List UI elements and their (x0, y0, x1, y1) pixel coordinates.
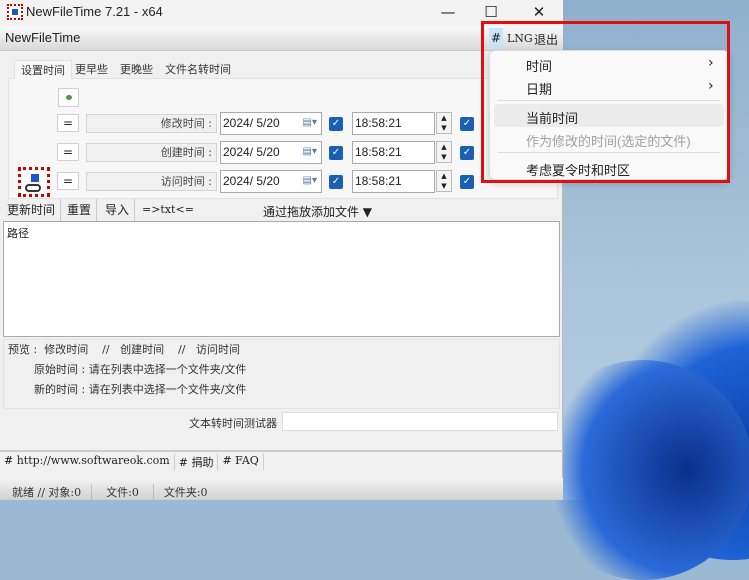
modified-date-picker[interactable]: 2024/ 5/20 ▤▾ (220, 112, 322, 135)
date-value: 2024/ 5/20 (223, 116, 280, 130)
created-time-input[interactable]: 18:58:21 (352, 141, 435, 164)
import-button[interactable]: 导入 (100, 199, 135, 221)
accessed-label: 访问时间 : (86, 172, 217, 191)
refresh-button[interactable] (58, 88, 79, 107)
tab-later[interactable]: 更晚些 (114, 60, 159, 79)
calendar-dropdown-icon[interactable]: ▤▾ (303, 171, 317, 191)
app-name-label: NewFileTime (5, 30, 80, 45)
reset-button[interactable]: 重置 (62, 199, 97, 221)
tab-set-time[interactable]: 设置时间 (14, 60, 72, 79)
accessed-date-checkbox[interactable]: ✓ (329, 175, 343, 189)
modified-time-checkbox[interactable]: ✓ (460, 117, 474, 131)
green-dot-icon (66, 95, 72, 100)
donate-link[interactable]: # 捐助 (175, 454, 219, 470)
equals-button-created[interactable]: = (57, 143, 79, 161)
title-bar: NewFileTime 7.21 - x64 — ☐ ✕ (0, 0, 563, 26)
file-list[interactable]: 路径 (3, 221, 560, 337)
calendar-dropdown-icon[interactable]: ▤▾ (303, 142, 317, 162)
close-button[interactable]: ✕ (524, 2, 554, 22)
status-bar: 就绪 // 对象:0 文件:0 文件夹:0 (0, 478, 563, 500)
calendar-dropdown-icon[interactable]: ▤▾ (303, 113, 317, 133)
modified-date-checkbox[interactable]: ✓ (329, 117, 343, 131)
drag-add-dropdown[interactable]: 通过拖放添加文件 ▼ (263, 203, 372, 220)
created-label: 创建时间 : (86, 143, 217, 162)
original-time-text: 原始时间 : 请在列表中选择一个文件夹/文件 (34, 361, 246, 377)
preview-header: 预览 : 修改时间 // 创建时间 // 访问时间 (8, 341, 240, 357)
divider (0, 450, 563, 452)
tab-earlier[interactable]: 更早些 (69, 60, 114, 79)
accessed-time-input[interactable]: 18:58:21 (352, 170, 435, 193)
app-window: NewFileTime 7.21 - x64 — ☐ ✕ NewFileTime… (0, 0, 563, 500)
created-date-checkbox[interactable]: ✓ (329, 146, 343, 160)
minimize-button[interactable]: — (433, 2, 463, 22)
list-header-path[interactable]: 路径 (4, 222, 559, 244)
created-date-picker[interactable]: 2024/ 5/20 ▤▾ (220, 141, 322, 164)
created-time-checkbox[interactable]: ✓ (460, 146, 474, 160)
window-title: NewFileTime 7.21 - x64 (26, 4, 163, 19)
equals-button-accessed[interactable]: = (57, 172, 79, 190)
status-ready: 就绪 // 对象:0 (12, 484, 92, 500)
faq-link[interactable]: # FAQ (218, 454, 263, 470)
to-txt-button[interactable]: =>txt<= (137, 199, 199, 221)
equals-button-modified[interactable]: = (57, 114, 79, 132)
app-logo-icon (18, 167, 50, 197)
menu-bar: NewFileTime # LNG 退出 (0, 26, 563, 51)
modified-label: 修改时间 : (86, 114, 217, 133)
tab-filename-to-time[interactable]: 文件名转时间 (159, 60, 237, 79)
time-spinner[interactable]: ▲▼ (436, 112, 452, 134)
time-spinner[interactable]: ▲▼ (436, 141, 452, 163)
status-folders: 文件夹:0 (154, 484, 218, 500)
date-value: 2024/ 5/20 (223, 174, 280, 188)
maximize-button[interactable]: ☐ (476, 2, 506, 22)
links-bar: # http://www.softwareok.com # 捐助 # FAQ (4, 454, 264, 470)
date-value: 2024/ 5/20 (223, 145, 280, 159)
update-time-button[interactable]: 更新时间 (2, 199, 61, 221)
text-time-tester-label: 文本转时间测试器 (189, 415, 277, 431)
modified-time-input[interactable]: 18:58:21 (352, 112, 435, 135)
text-time-tester-input[interactable] (282, 412, 558, 431)
accessed-time-checkbox[interactable]: ✓ (460, 175, 474, 189)
status-files: 文件:0 (92, 484, 154, 500)
website-link[interactable]: # http://www.softwareok.com (4, 454, 175, 470)
accessed-date-picker[interactable]: 2024/ 5/20 ▤▾ (220, 170, 322, 193)
new-time-text: 新的时间 : 请在列表中选择一个文件夹/文件 (34, 381, 246, 397)
app-icon (7, 4, 23, 20)
highlight-annotation-box (481, 21, 730, 183)
time-spinner[interactable]: ▲▼ (436, 170, 452, 192)
